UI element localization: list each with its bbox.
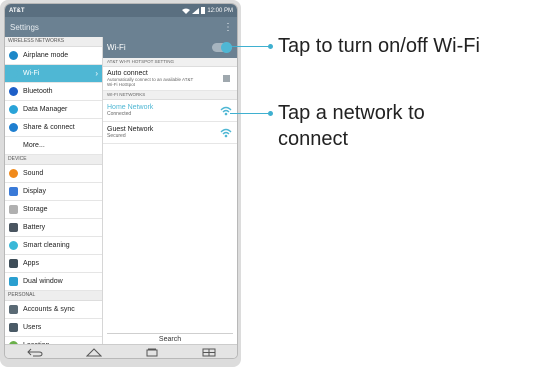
section-device: DEVICE [5,155,102,165]
sidebar-item-label: Smart cleaning [23,242,70,249]
auto-connect-title: Auto connect [107,70,148,77]
page-title: Settings [10,22,39,32]
wifi-strength-icon [220,106,232,116]
recent-apps-icon[interactable] [145,348,159,357]
wifi-toggle-callout-dot [268,44,273,49]
sidebar-item-label: Share & connect [23,124,75,131]
sidebar-item-label: Wi-Fi [23,70,40,77]
wifi-toggle-annotation: Tap to turn on/off Wi-Fi [278,35,480,57]
sidebar-item-dual-window[interactable]: Dual window [5,273,102,291]
network-callout-dot [268,111,273,116]
airplane-icon [9,51,18,60]
apps-icon [9,259,18,268]
sidebar-item-battery[interactable]: Battery [5,219,102,237]
wifi-toggle[interactable] [212,42,232,53]
status-bar: AT&T 12:00 PM [5,4,237,17]
sidebar-item-smart-cleaning[interactable]: Smart cleaning [5,237,102,255]
wifi-toggle-callout-line [232,46,270,47]
sidebar-item-storage[interactable]: Storage [5,201,102,219]
sidebar-item-label: Battery [23,224,46,231]
cell-signal-icon [192,7,200,14]
bluetooth-icon [9,87,18,96]
wifi-network-row[interactable]: Guest Network Secured [103,122,237,144]
wifi-header: Wi-Fi [103,37,237,58]
sidebar-item-label: More... [23,142,45,149]
network-name: Home Network [107,104,154,111]
sound-icon [9,169,18,178]
network-name: Guest Network [107,126,154,133]
wifi-signal-icon [182,8,191,14]
sidebar-item-wi-fi[interactable]: Wi-Fi › [5,65,102,83]
hotspot-section-header: AT&T WI-FI HOTSPOT SETTING [103,58,237,67]
sidebar-item-location[interactable]: Location [5,337,102,344]
dual-window-icon [9,277,18,286]
back-icon[interactable] [26,348,43,357]
dual-window-nav-icon[interactable] [202,348,216,357]
wifi-icon [9,69,18,78]
sidebar-item-label: Dual window [23,278,63,285]
wifi-toggle-knob [221,42,232,53]
settings-sidebar: WIRELESS NETWORKS Airplane mode Wi-Fi › Blu… [5,37,103,344]
sidebar-item-label: Data Manager [23,106,68,113]
sidebar-item-accounts-sync[interactable]: Accounts & sync [5,301,102,319]
network-status: Secured [107,133,126,139]
display-icon [9,187,18,196]
sidebar-item-airplane-mode[interactable]: Airplane mode [5,47,102,65]
wifi-title: Wi-Fi [107,43,126,52]
auto-connect-checkbox[interactable] [223,75,230,82]
accounts-icon [9,305,18,314]
sidebar-item-label: Bluetooth [23,88,53,95]
sidebar-item-users[interactable]: Users [5,319,102,337]
chevron-right-icon: › [95,69,98,78]
navigation-bar [5,344,237,358]
battery-status-icon [201,7,206,14]
sidebar-item-apps[interactable]: Apps [5,255,102,273]
auto-connect-subtitle: Automatically connect to an available AT… [107,77,194,87]
smart-cleaning-icon [9,241,18,250]
sidebar-item-bluetooth[interactable]: Bluetooth [5,83,102,101]
sidebar-item-display[interactable]: Display [5,183,102,201]
users-icon [9,323,18,332]
sidebar-item-label: Users [23,324,42,331]
share-icon [9,123,18,132]
overflow-menu-icon[interactable]: ⋮ [223,22,233,33]
sidebar-item-label: Accounts & sync [23,306,75,313]
settings-titlebar: Settings ⋮ [5,17,237,37]
sidebar-item-label: Storage [23,206,48,213]
battery-icon [9,223,18,232]
network-annotation-line1: Tap a network to [278,102,425,124]
home-icon[interactable] [85,347,102,357]
sidebar-item-more[interactable]: More... [5,137,102,155]
tablet-screen: AT&T 12:00 PM Settings ⋮ WIRELESS NETWOR… [5,4,237,358]
network-callout-line [230,113,270,114]
sidebar-item-sound[interactable]: Sound [5,165,102,183]
sidebar-item-label: Sound [23,170,44,177]
auto-connect-row[interactable]: Auto connect Automatically connect to an… [103,67,237,91]
section-wireless-networks: WIRELESS NETWORKS [5,37,102,47]
networks-section-header: WI-FI NETWORKS [103,91,237,100]
storage-icon [9,205,18,214]
network-annotation-line2: connect [278,128,349,150]
wifi-panel: Wi-Fi AT&T WI-FI HOTSPOT SETTING Auto co… [103,37,237,344]
clock-label: 12:00 PM [207,7,233,14]
carrier-label: AT&T [9,7,25,14]
data-icon [9,105,18,114]
sidebar-item-label: Apps [23,260,39,267]
sidebar-item-label: Airplane mode [23,52,69,59]
sidebar-item-label: Display [23,188,46,195]
network-status: Connected [107,111,132,117]
sidebar-item-data-manager[interactable]: Data Manager [5,101,102,119]
wifi-network-row[interactable]: Home Network Connected [103,100,237,122]
section-personal: PERSONAL [5,291,102,301]
wifi-strength-icon [220,128,232,138]
tablet-device: AT&T 12:00 PM Settings ⋮ WIRELESS NETWOR… [0,0,241,367]
sidebar-item-share-connect[interactable]: Share & connect [5,119,102,137]
